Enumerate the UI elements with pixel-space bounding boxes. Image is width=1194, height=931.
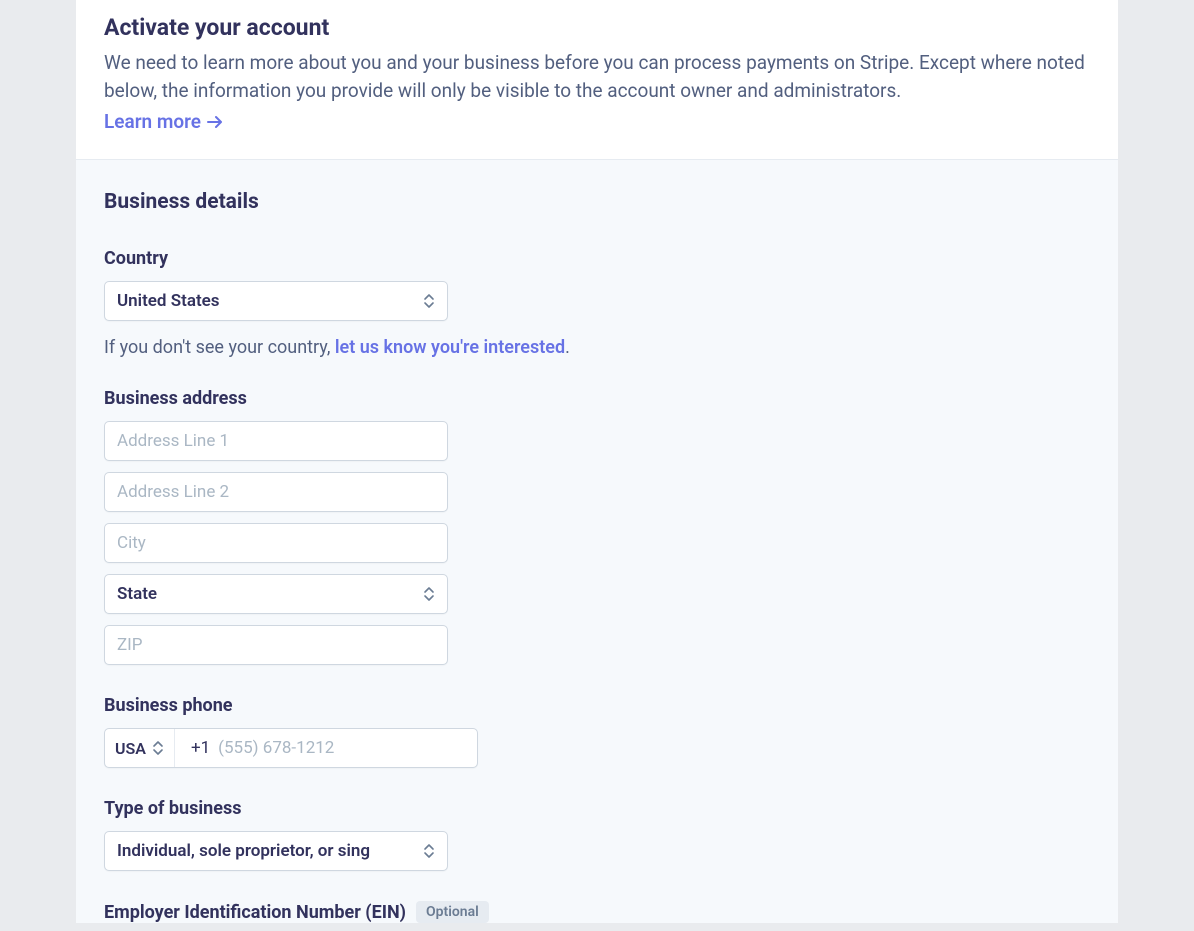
ein-optional-badge: Optional xyxy=(416,901,489,923)
chevron-updown-icon xyxy=(423,843,435,859)
chevron-updown-icon xyxy=(152,740,164,756)
business-type-select[interactable]: Individual, sole proprietor, or sing xyxy=(104,831,448,871)
learn-more-link[interactable]: Learn more xyxy=(104,110,223,133)
country-hint-prefix: If you don't see your country, xyxy=(104,337,335,358)
country-hint-suffix: . xyxy=(565,337,570,358)
country-label: Country xyxy=(104,248,1090,269)
address-label: Business address xyxy=(104,388,1090,409)
business-type-select-value: Individual, sole proprietor, or sing xyxy=(117,841,378,861)
chevron-updown-icon xyxy=(423,293,435,309)
learn-more-label: Learn more xyxy=(104,110,201,133)
city-input[interactable] xyxy=(104,523,448,563)
ein-label: Employer Identification Number (EIN) xyxy=(104,902,406,923)
phone-prefix: +1 xyxy=(175,738,218,758)
country-select[interactable]: United States xyxy=(104,281,448,321)
phone-label: Business phone xyxy=(104,695,1090,716)
chevron-updown-icon xyxy=(423,586,435,602)
zip-input[interactable] xyxy=(104,625,448,665)
arrow-right-icon xyxy=(207,115,223,129)
state-select-value: State xyxy=(117,584,165,604)
country-hint-link[interactable]: let us know you're interested xyxy=(335,337,565,358)
address-line1-input[interactable] xyxy=(104,421,448,461)
phone-input[interactable] xyxy=(218,729,477,767)
business-details-heading: Business details xyxy=(104,190,1090,214)
state-select[interactable]: State xyxy=(104,574,448,614)
address-line2-input[interactable] xyxy=(104,472,448,512)
business-type-label: Type of business xyxy=(104,798,1090,819)
page-title: Activate your account xyxy=(104,14,1090,41)
phone-country-label: USA xyxy=(115,739,146,758)
country-select-value: United States xyxy=(117,291,228,311)
page-description: We need to learn more about you and your… xyxy=(104,49,1090,104)
country-hint: If you don't see your country, let us kn… xyxy=(104,337,1090,358)
phone-country-select[interactable]: USA xyxy=(105,729,175,767)
